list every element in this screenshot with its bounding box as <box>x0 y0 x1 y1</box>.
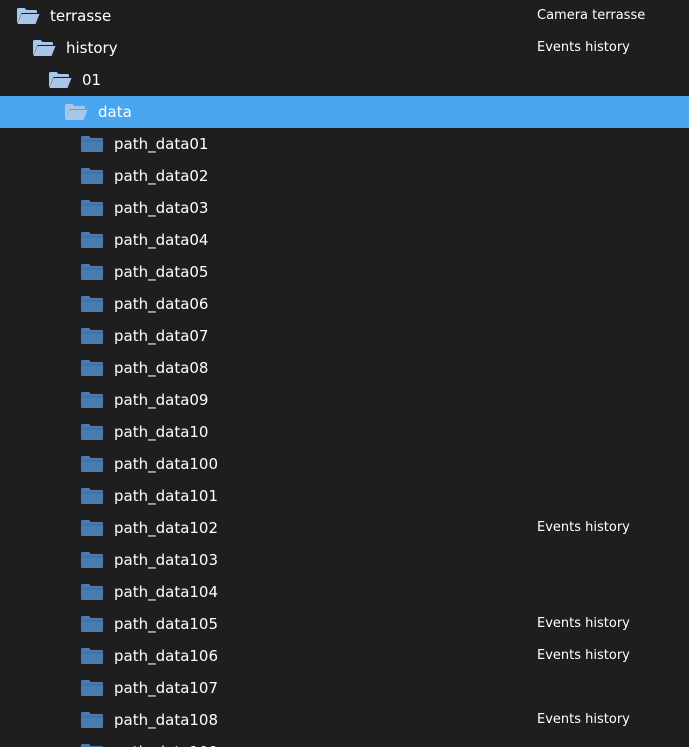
tree-row-label: path_data10 <box>114 423 209 441</box>
tree-row-description: Camera terrasse <box>537 8 646 23</box>
tree-row-label: path_data03 <box>114 199 209 217</box>
tree-row-label: path_data100 <box>114 455 219 473</box>
tree-row-path-data03[interactable]: path_data03 <box>0 192 689 224</box>
tree-row-path-data07[interactable]: path_data07 <box>0 320 689 352</box>
tree-row-description: Events history <box>537 40 630 55</box>
tree-row-01[interactable]: 01 <box>0 64 689 96</box>
folder-open-icon <box>32 39 56 57</box>
tree-row-terrasse[interactable]: terrasse Camera terrasse <box>0 0 689 32</box>
folder-icon <box>80 711 104 729</box>
folder-icon <box>80 263 104 281</box>
tree-row-label: path_data102 <box>114 519 219 537</box>
tree-row-path-data08[interactable]: path_data08 <box>0 352 689 384</box>
tree-row-label: path_data109 <box>114 736 218 747</box>
tree-row-label: path_data101 <box>114 487 219 505</box>
tree-row-path-data06[interactable]: path_data06 <box>0 288 689 320</box>
folder-icon <box>80 679 104 697</box>
tree-row-label: path_data106 <box>114 647 219 665</box>
folder-icon <box>80 295 104 313</box>
tree-row-label: data <box>98 103 132 121</box>
folder-open-icon <box>64 103 88 121</box>
tree-row-label: path_data09 <box>114 391 209 409</box>
folder-icon <box>80 199 104 217</box>
tree-row-label: path_data01 <box>114 135 209 153</box>
folder-icon <box>80 423 104 441</box>
folder-icon <box>80 359 104 377</box>
tree-row-path-data109[interactable]: path_data109 <box>0 736 689 747</box>
tree-row-label: path_data07 <box>114 327 209 345</box>
tree-row-history[interactable]: history Events history <box>0 32 689 64</box>
folder-icon <box>80 615 104 633</box>
tree-row-label: path_data04 <box>114 231 209 249</box>
tree-row-label: path_data08 <box>114 359 209 377</box>
tree-row-label: path_data108 <box>114 711 219 729</box>
tree-row-label: path_data104 <box>114 583 219 601</box>
tree-row-path-data107[interactable]: path_data107 <box>0 672 689 704</box>
tree-row-path-data108[interactable]: path_data108 Events history <box>0 704 689 736</box>
tree-row-label: path_data103 <box>114 551 219 569</box>
tree-row-label: path_data105 <box>114 615 219 633</box>
folder-open-icon <box>48 71 72 89</box>
tree-row-path-data104[interactable]: path_data104 <box>0 576 689 608</box>
tree-row-path-data10[interactable]: path_data10 <box>0 416 689 448</box>
folder-icon <box>80 647 104 665</box>
tree-row-label: 01 <box>82 71 102 89</box>
folder-icon <box>80 455 104 473</box>
tree-row-path-data103[interactable]: path_data103 <box>0 544 689 576</box>
tree-row-data[interactable]: data <box>0 96 689 128</box>
tree-row-description: Events history <box>537 712 630 727</box>
tree-row-path-data04[interactable]: path_data04 <box>0 224 689 256</box>
folder-icon <box>80 583 104 601</box>
tree-row-description: Events history <box>537 520 630 535</box>
tree-row-label: path_data06 <box>114 295 209 313</box>
folder-icon <box>80 551 104 569</box>
tree-row-label: path_data02 <box>114 167 209 185</box>
tree-row-path-data09[interactable]: path_data09 <box>0 384 689 416</box>
tree-row-path-data05[interactable]: path_data05 <box>0 256 689 288</box>
folder-icon <box>80 167 104 185</box>
folder-icon <box>80 231 104 249</box>
tree-row-path-data02[interactable]: path_data02 <box>0 160 689 192</box>
folder-tree: terrasse Camera terrasse history Events … <box>0 0 689 747</box>
tree-row-label: path_data107 <box>114 679 219 697</box>
tree-row-path-data102[interactable]: path_data102 Events history <box>0 512 689 544</box>
folder-icon <box>80 327 104 345</box>
tree-row-label: history <box>66 39 118 57</box>
tree-row-path-data101[interactable]: path_data101 <box>0 480 689 512</box>
folder-icon <box>80 743 104 747</box>
folder-icon <box>80 487 104 505</box>
folder-icon <box>80 391 104 409</box>
tree-row-label: terrasse <box>50 7 112 25</box>
tree-row-description: Events history <box>537 648 630 663</box>
folder-icon <box>80 135 104 153</box>
tree-row-path-data01[interactable]: path_data01 <box>0 128 689 160</box>
tree-row-path-data106[interactable]: path_data106 Events history <box>0 640 689 672</box>
tree-row-path-data105[interactable]: path_data105 Events history <box>0 608 689 640</box>
tree-row-description: Events history <box>537 616 630 631</box>
folder-icon <box>80 519 104 537</box>
tree-row-path-data100[interactable]: path_data100 <box>0 448 689 480</box>
tree-row-label: path_data05 <box>114 263 209 281</box>
folder-open-icon <box>16 7 40 25</box>
